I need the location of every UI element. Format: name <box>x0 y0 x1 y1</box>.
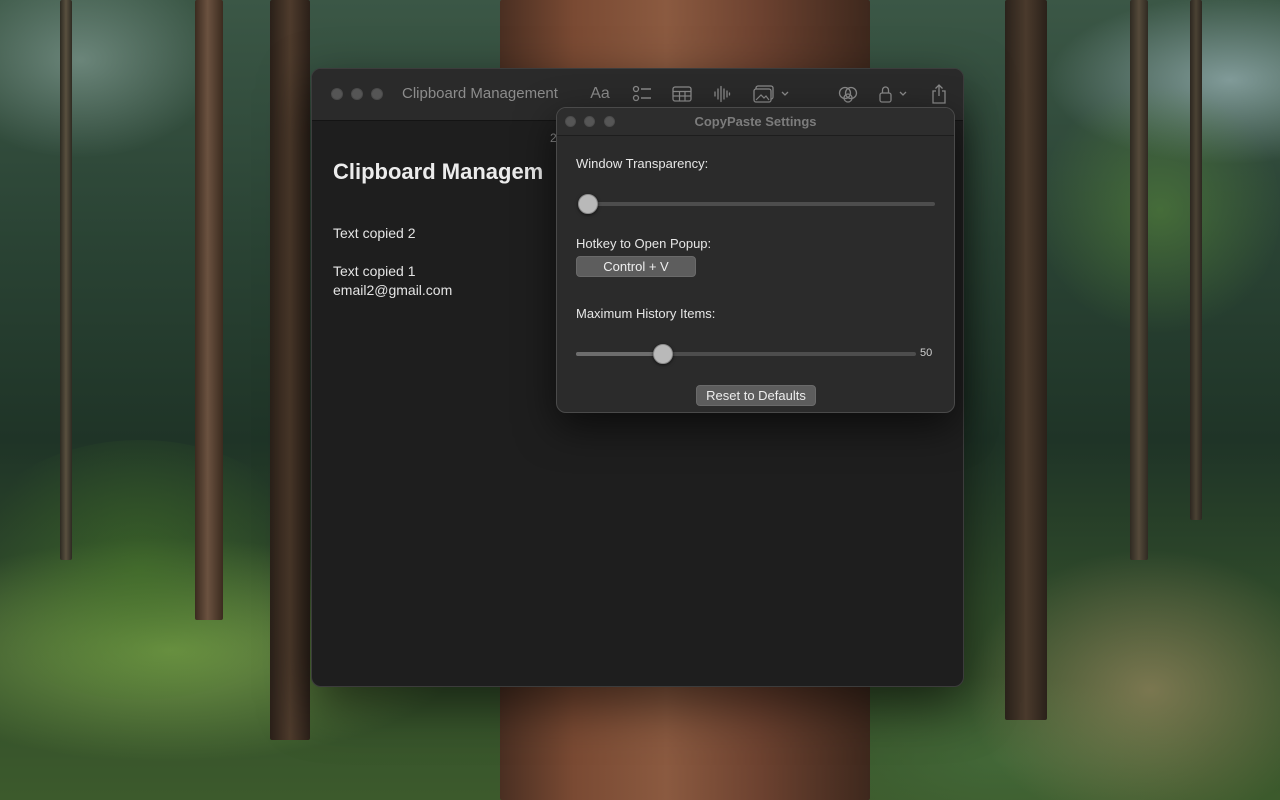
tree-trunk <box>1005 0 1047 720</box>
history-slider-fill <box>576 352 663 356</box>
transparency-label: Window Transparency: <box>576 156 709 171</box>
checklist-icon[interactable] <box>631 83 653 105</box>
close-window-button[interactable] <box>331 88 343 100</box>
lock-icon[interactable] <box>876 83 912 105</box>
media-icon[interactable] <box>753 83 793 105</box>
tree-trunk <box>195 0 223 620</box>
tree-trunk <box>270 0 310 740</box>
settings-window: CopyPaste Settings Window Transparency: … <box>556 107 955 413</box>
tree-trunk <box>60 0 72 560</box>
settings-titlebar: CopyPaste Settings <box>557 108 954 136</box>
window-title: Clipboard Management <box>402 85 558 102</box>
transparency-slider[interactable] <box>578 194 935 214</box>
hotkey-button[interactable]: Control + V <box>576 256 696 277</box>
zoom-window-button[interactable] <box>371 88 383 100</box>
hotkey-label: Hotkey to Open Popup: <box>576 236 712 251</box>
history-value: 50 <box>920 347 933 359</box>
history-slider[interactable] <box>576 344 916 364</box>
tree-trunk <box>1130 0 1148 560</box>
tree-trunk <box>1190 0 1202 520</box>
note-line[interactable]: Text copied 1 <box>333 263 416 279</box>
transparency-slider-knob[interactable] <box>578 194 598 214</box>
reset-defaults-button[interactable]: Reset to Defaults <box>696 385 816 406</box>
note-line[interactable]: email2@gmail.com <box>333 282 452 298</box>
table-icon[interactable] <box>671 83 693 105</box>
foliage-right <box>1040 80 1280 340</box>
note-line[interactable]: Text copied 2 <box>333 225 416 241</box>
history-label: Maximum History Items: <box>576 306 716 321</box>
history-slider-knob[interactable] <box>652 344 673 364</box>
minimize-window-button[interactable] <box>351 88 363 100</box>
collaborate-icon[interactable] <box>837 83 859 105</box>
settings-title: CopyPaste Settings <box>694 114 817 129</box>
audio-waveform-icon[interactable] <box>711 83 733 105</box>
note-title[interactable]: Clipboard Managem <box>333 159 543 185</box>
share-icon[interactable] <box>929 83 949 105</box>
format-text-icon[interactable]: Aa <box>589 83 611 105</box>
